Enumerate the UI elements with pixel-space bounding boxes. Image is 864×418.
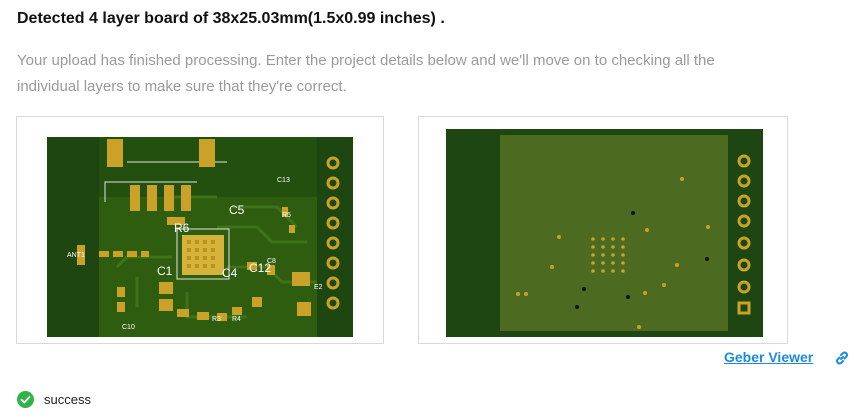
silk-label: R6 bbox=[174, 221, 190, 235]
silk-label: C13 bbox=[277, 177, 290, 184]
silk-label: R5 bbox=[282, 212, 291, 219]
silk-label: C1 bbox=[157, 264, 173, 278]
gerber-viewer-link[interactable]: Geber Viewer bbox=[724, 349, 813, 365]
silk-label: C4 bbox=[222, 266, 238, 280]
pcb-top-image: C5 R6 C4 C1 C12 C8 C13 R5 C10 R3 R4 ANT1… bbox=[47, 137, 353, 337]
status-text: success bbox=[44, 391, 91, 407]
pcb-bottom-preview[interactable] bbox=[418, 116, 788, 344]
upload-description: Your upload has finished processing. Ent… bbox=[17, 52, 715, 95]
upload-status: success bbox=[17, 389, 91, 409]
pcb-bottom-image bbox=[446, 129, 763, 337]
pcb-top-preview[interactable]: C5 R6 C4 C1 C12 C8 C13 R5 C10 R3 R4 ANT1… bbox=[16, 116, 384, 344]
silk-label: E2 bbox=[314, 284, 323, 291]
chain-link-icon[interactable] bbox=[833, 349, 851, 367]
silk-label: ANT1 bbox=[67, 252, 85, 259]
silk-label: R3 bbox=[212, 316, 221, 323]
silk-label: C10 bbox=[122, 324, 135, 331]
silk-label: C5 bbox=[229, 203, 245, 217]
check-circle-icon bbox=[17, 390, 34, 408]
board-detection-title: Detected 4 layer board of 38x25.03mm(1.5… bbox=[17, 10, 445, 27]
silk-label: R4 bbox=[232, 316, 241, 323]
silk-label: C8 bbox=[267, 258, 276, 265]
